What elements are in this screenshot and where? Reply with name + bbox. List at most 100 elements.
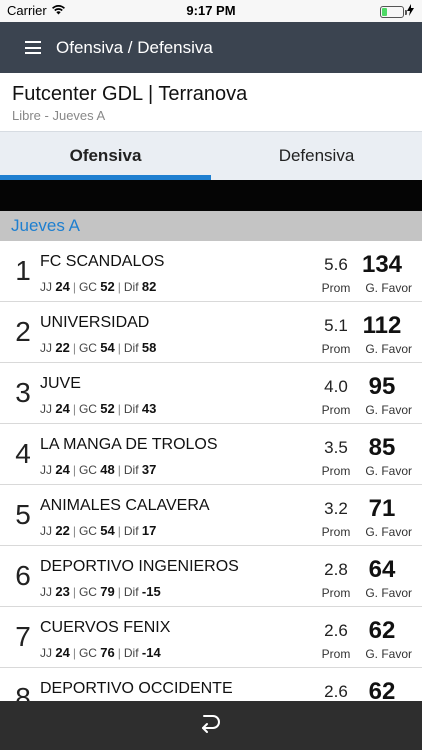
jj-label: JJ (40, 463, 52, 477)
jj-label: JJ (40, 341, 52, 355)
prom-label: Prom (321, 525, 351, 539)
team-stats: JJ 22 | GC 54 | Dif 58 (40, 340, 157, 355)
group-header: Jueves A (0, 211, 422, 241)
tab-bar: Ofensiva Defensiva (0, 131, 422, 180)
status-right (380, 4, 414, 19)
dif-label: Dif (123, 585, 139, 599)
gc-label: GC (78, 524, 97, 538)
goals-favor-label: G. Favor (365, 403, 412, 417)
prom-label: Prom (321, 342, 351, 356)
team-stats: JJ 24 | GC 76 | Dif -14 (40, 645, 161, 660)
rank-number: 4 (15, 438, 31, 469)
goals-favor-value: 112 (362, 312, 402, 339)
prom-value: 3.5 (324, 438, 348, 457)
table-row[interactable]: 5 ANIMALES CALAVERA JJ 22 | GC 54 | Dif 17 3.2 P… (0, 485, 422, 546)
app-bar: Ofensiva / Defensiva (0, 22, 422, 73)
prom-value: 2.6 (324, 682, 348, 701)
jj-value: 24 (55, 279, 70, 294)
goals-favor-value: 64 (368, 556, 396, 583)
prom-label: Prom (321, 464, 351, 478)
page-title: Ofensiva / Defensiva (56, 37, 213, 57)
hamburger-icon[interactable] (25, 41, 41, 54)
share-button[interactable] (191, 706, 231, 746)
goals-favor-label: G. Favor (365, 342, 412, 356)
team-stats: JJ 22 | GC 54 | Dif 17 (40, 523, 157, 538)
gc-value: 54 (100, 340, 115, 355)
goals-favor-value: 85 (368, 434, 396, 461)
tab-ofensiva[interactable]: Ofensiva (0, 132, 211, 180)
prom-value: 5.6 (324, 255, 348, 274)
goals-favor-label: G. Favor (365, 647, 412, 661)
gc-value: 48 (100, 462, 115, 477)
goals-favor-value: 134 (361, 251, 403, 278)
dif-label: Dif (123, 280, 139, 294)
rank-number: 1 (15, 255, 31, 286)
rank-number: 2 (15, 316, 31, 347)
battery-icon (380, 5, 407, 18)
goals-favor-label: G. Favor (365, 281, 412, 295)
rank-number: 3 (15, 377, 31, 408)
table-row[interactable]: 8DEPORTIVO OCCIDENTE2.6Prom62G. Favor (0, 668, 422, 701)
gc-label: GC (78, 402, 97, 416)
prom-value: 5.1 (324, 316, 348, 335)
team-name: UNIVERSIDAD (40, 314, 150, 331)
team-name: DEPORTIVO INGENIEROS (40, 558, 239, 575)
dif-value: 82 (141, 279, 157, 294)
team-name: LA MANGA DE TROLOS (40, 436, 218, 453)
status-time: 9:17 PM (186, 3, 236, 18)
battery-level (382, 7, 387, 16)
dif-value: 43 (141, 401, 157, 416)
bottom-bar (0, 701, 422, 750)
jj-label: JJ (40, 280, 52, 294)
gc-label: GC (78, 341, 97, 355)
status-bar: Carrier 9:17 PM (0, 0, 422, 22)
dif-value: 58 (141, 340, 157, 355)
goals-favor-label: G. Favor (365, 464, 412, 478)
share-arrow-icon (199, 712, 223, 739)
gc-value: 54 (100, 523, 115, 538)
team-stats: JJ 24 | GC 52 | Dif 43 (40, 401, 157, 416)
gc-label: GC (78, 585, 97, 599)
venue-name: Futcenter GDL | Terranova (12, 83, 248, 105)
gc-value: 76 (100, 645, 115, 660)
gc-value: 52 (100, 279, 115, 294)
tab-defensiva[interactable]: Defensiva (211, 132, 422, 180)
dif-value: 37 (141, 462, 157, 477)
team-name: JUVE (40, 375, 81, 392)
goals-favor-value: 95 (368, 373, 396, 400)
team-name: FC SCANDALOS (40, 253, 165, 270)
jj-value: 22 (55, 523, 70, 538)
team-name: ANIMALES CALAVERA (40, 497, 210, 514)
jj-label: JJ (40, 646, 52, 660)
dif-label: Dif (123, 524, 139, 538)
prom-value: 3.2 (324, 499, 348, 518)
jj-value: 24 (55, 401, 70, 416)
prom-value: 2.6 (324, 621, 348, 640)
team-name: CUERVOS FENIX (40, 619, 171, 636)
rank-number: 8 (15, 682, 31, 701)
jj-label: JJ (40, 585, 52, 599)
dif-value: 17 (141, 523, 157, 538)
goals-favor-value: 62 (368, 617, 396, 644)
prom-label: Prom (321, 403, 351, 417)
table-row[interactable]: 3 JUVE JJ 24 | GC 52 | Dif 43 4.0 Prom 95 G. Favor (0, 363, 422, 424)
standings-list[interactable]: 1 FC SCANDALOS JJ 24 | GC 52 | Dif 82 5.6 Prom 13… (0, 241, 422, 701)
table-row[interactable]: 7 CUERVOS FENIX JJ 24 | GC 76 | Dif -14 2.6 Prom… (0, 607, 422, 668)
prom-label: Prom (321, 586, 351, 600)
table-row[interactable]: 6 DEPORTIVO INGENIEROS JJ 23 | GC 79 | Dif -15… (0, 546, 422, 607)
table-row[interactable]: 4 LA MANGA DE TROLOS JJ 24 | GC 48 | Dif 37 3.5… (0, 424, 422, 485)
table-row[interactable]: 1 FC SCANDALOS JJ 24 | GC 52 | Dif 82 5.6 Prom 13… (0, 241, 422, 302)
team-stats: JJ 24 | GC 52 | Dif 82 (40, 279, 157, 294)
table-row[interactable]: 2 UNIVERSIDAD JJ 22 | GC 54 | Dif 58 5.1 Prom 112… (0, 302, 422, 363)
gc-value: 79 (100, 584, 115, 599)
team-name: DEPORTIVO OCCIDENTE (40, 680, 233, 697)
charging-icon (407, 4, 414, 19)
prom-value: 2.8 (324, 560, 348, 579)
banner-area (0, 180, 422, 211)
prom-value: 4.0 (324, 377, 348, 396)
dif-label: Dif (123, 646, 139, 660)
dif-value: -14 (141, 645, 161, 660)
jj-label: JJ (40, 524, 52, 538)
jj-value: 24 (55, 462, 70, 477)
rank-number: 7 (15, 621, 31, 652)
